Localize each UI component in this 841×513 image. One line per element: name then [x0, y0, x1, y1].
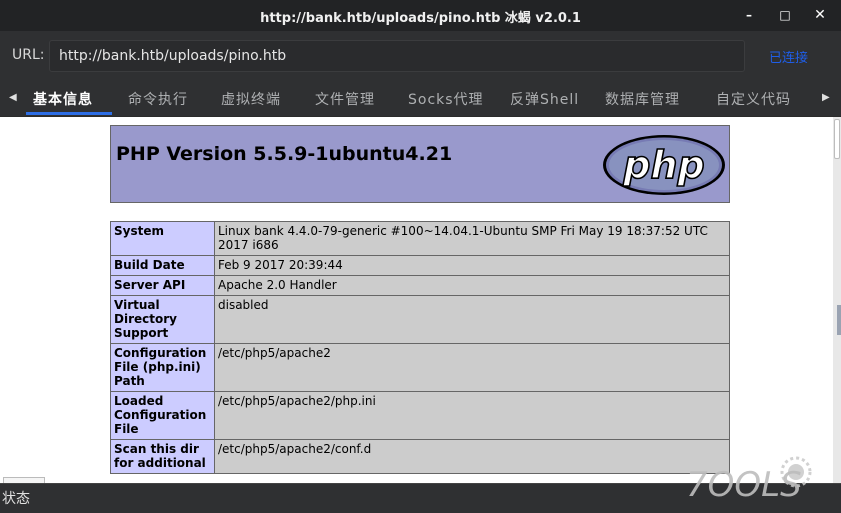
table-row: Scan this dir for additional /etc/php5/a… — [110, 439, 730, 474]
url-label: URL: — [12, 47, 45, 63]
close-button[interactable]: ✕ — [810, 6, 830, 24]
row-key: Virtual Directory Support — [110, 295, 215, 344]
table-row: Virtual Directory Support disabled — [110, 295, 730, 344]
row-key: Loaded Configuration File — [110, 391, 215, 440]
phpinfo-table: System Linux bank 4.4.0-79-generic #100~… — [110, 221, 730, 474]
row-value: Apache 2.0 Handler — [214, 275, 730, 296]
title-bar: http://bank.htb/uploads/pino.htb 冰蝎 v2.0… — [0, 0, 841, 31]
tab-scroll-right-icon[interactable]: ▶ — [822, 91, 832, 105]
tab-file-manager[interactable]: 文件管理 — [315, 89, 375, 109]
minimize-button[interactable]: – — [739, 6, 759, 24]
row-key: System — [110, 221, 215, 256]
row-key: Scan this dir for additional — [110, 439, 215, 474]
php-logo-text: php — [622, 143, 704, 187]
tab-virtual-terminal[interactable]: 虚拟终端 — [221, 89, 281, 109]
row-value: disabled — [214, 295, 730, 344]
watermark-logo-icon: 7OOLS — [686, 456, 812, 505]
window-title: http://bank.htb/uploads/pino.htb 冰蝎 v2.0… — [260, 11, 581, 26]
row-key: Configuration File (php.ini) Path — [110, 343, 215, 392]
connection-status: 已连接 — [769, 51, 809, 66]
table-row: Loaded Configuration File /etc/php5/apac… — [110, 391, 730, 440]
tab-bar: ◀ 基本信息 命令执行 虚拟终端 文件管理 Socks代理 反弹Shell 数据… — [0, 81, 841, 116]
row-key: Build Date — [110, 255, 215, 276]
status-text: 状态 — [2, 491, 30, 507]
php-version-title: PHP Version 5.5.9-1ubuntu4.21 — [116, 143, 453, 165]
php-version-header: PHP Version 5.5.9-1ubuntu4.21 php — [110, 125, 730, 203]
tab-socks-proxy[interactable]: Socks代理 — [408, 89, 484, 109]
active-tab-indicator — [26, 112, 112, 115]
tab-database-manager[interactable]: 数据库管理 — [605, 89, 680, 109]
side-edge-marker — [837, 305, 841, 335]
row-value: /etc/php5/apache2/php.ini — [214, 391, 730, 440]
row-value: Linux bank 4.4.0-79-generic #100~14.04.1… — [214, 221, 730, 256]
watermark-text: 7OOLS — [686, 465, 802, 505]
row-value: Feb 9 2017 20:39:44 — [214, 255, 730, 276]
phpinfo-content: PHP Version 5.5.9-1ubuntu4.21 php System… — [0, 117, 833, 483]
php-logo-icon: php — [603, 135, 725, 195]
tab-reverse-shell[interactable]: 反弹Shell — [510, 89, 579, 109]
tab-command-exec[interactable]: 命令执行 — [128, 89, 188, 109]
scrollbar-thumb[interactable] — [834, 119, 840, 159]
tab-basic-info[interactable]: 基本信息 — [33, 89, 93, 109]
row-value: /etc/php5/apache2/conf.d — [214, 439, 730, 474]
row-value: /etc/php5/apache2 — [214, 343, 730, 392]
row-key: Server API — [110, 275, 215, 296]
url-bar: URL: 已连接 — [0, 31, 841, 81]
maximize-button[interactable]: □ — [775, 6, 795, 24]
table-row: Configuration File (php.ini) Path /etc/p… — [110, 343, 730, 392]
tab-custom-code[interactable]: 自定义代码 — [716, 89, 791, 109]
table-row: Build Date Feb 9 2017 20:39:44 — [110, 255, 730, 276]
tab-scroll-left-icon[interactable]: ◀ — [9, 91, 19, 105]
table-row: Server API Apache 2.0 Handler — [110, 275, 730, 296]
url-input[interactable] — [49, 40, 745, 72]
vertical-scrollbar[interactable] — [833, 117, 841, 483]
table-row: System Linux bank 4.4.0-79-generic #100~… — [110, 221, 730, 256]
